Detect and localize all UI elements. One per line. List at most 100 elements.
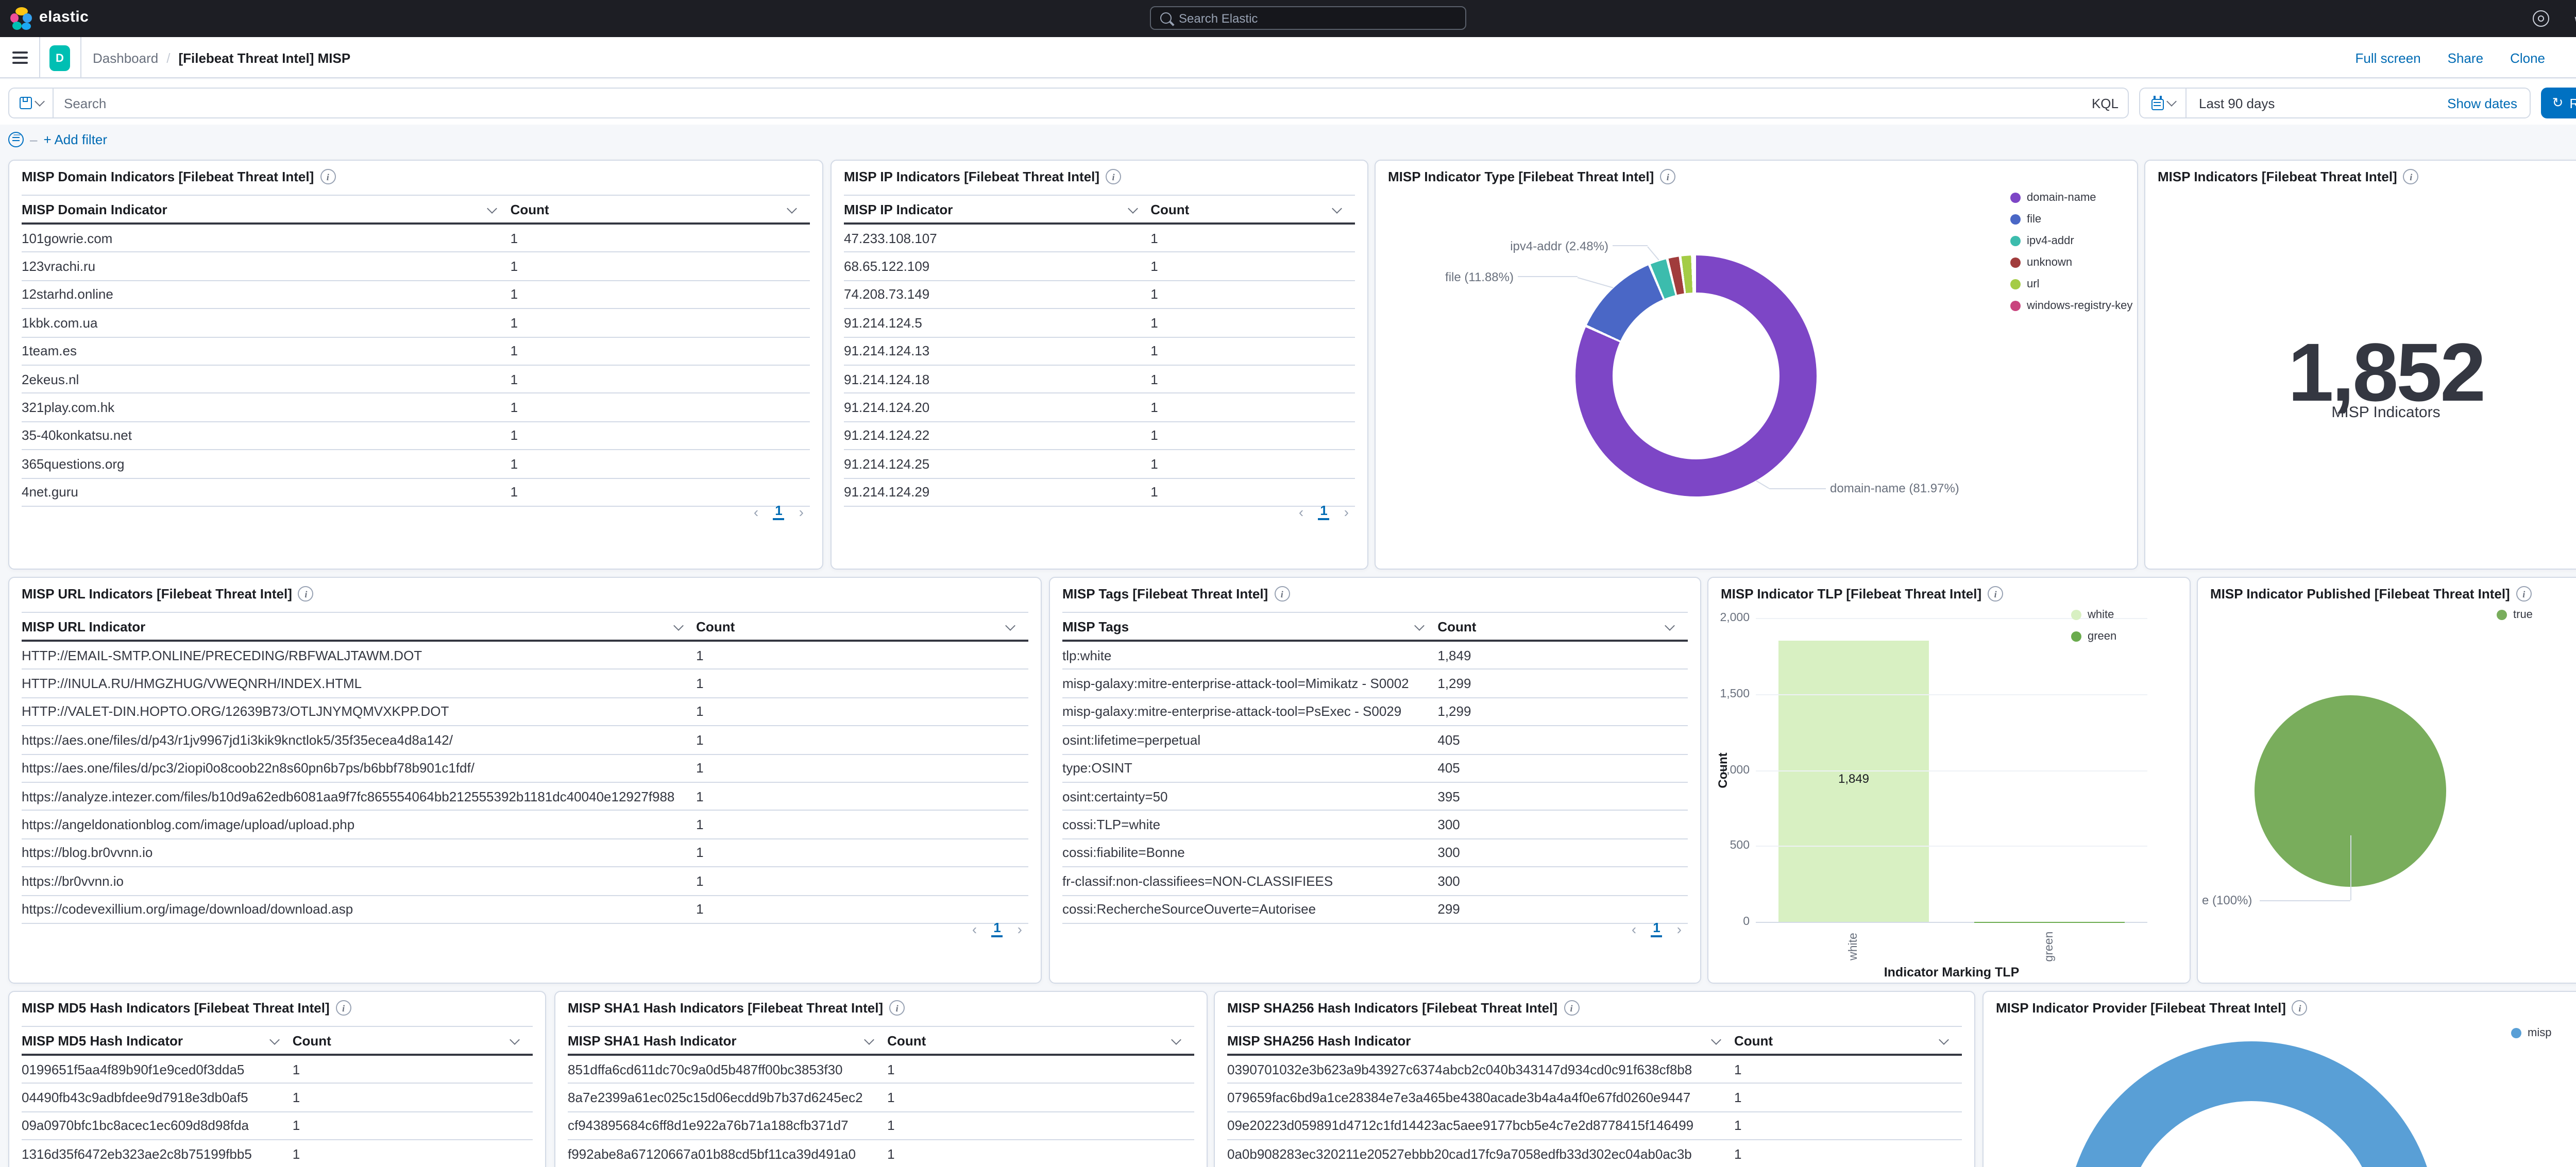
sort-icon (787, 203, 797, 213)
column-header-indicator[interactable]: MISP IP Indicator (844, 201, 1150, 217)
column-header-count[interactable]: Count (696, 619, 1028, 634)
prev-page-icon[interactable]: ‹ (1299, 503, 1303, 520)
top-navigation-bar: elastic Search Elastic e (0, 0, 2576, 37)
panel-misp-indicators-count: MISP Indicators [Filebeat Threat Intel]i… (2144, 160, 2576, 570)
help-icon[interactable] (2533, 10, 2549, 27)
column-header-indicator[interactable]: MISP URL Indicator (22, 619, 696, 634)
page-number[interactable]: 1 (773, 503, 784, 520)
date-quick-select-button[interactable] (2140, 89, 2187, 117)
column-header-indicator[interactable]: MISP SHA256 Hash Indicator (1227, 1033, 1734, 1048)
indicator-value: 8a7e2399a61ec025c15d06ecdd9b7b37d6245ec2 (568, 1090, 887, 1105)
legend-item[interactable]: windows-registry-key (2010, 300, 2132, 312)
share-button[interactable]: Share (2448, 50, 2483, 65)
newsfeed-icon[interactable] (2572, 10, 2576, 27)
filter-icon[interactable] (8, 131, 24, 147)
page-number[interactable]: 1 (991, 920, 1003, 937)
saved-query-button[interactable] (9, 89, 54, 117)
legend-label: true (2513, 609, 2533, 621)
column-header-count[interactable]: Count (293, 1033, 533, 1048)
column-header-count[interactable]: Count (1734, 1033, 1962, 1048)
indicator-value: 04490fb43c9adbfdee9d7918e3db0af5 (22, 1090, 293, 1105)
panel-misp-sha256-indicators: MISP SHA256 Hash Indicators [Filebeat Th… (1214, 991, 1975, 1167)
column-header-count[interactable]: Count (887, 1033, 1194, 1048)
column-header-indicator[interactable]: MISP SHA1 Hash Indicator (568, 1033, 887, 1048)
dashboard-badge[interactable]: D (49, 45, 70, 71)
prev-page-icon[interactable]: ‹ (972, 920, 977, 937)
prev-page-icon[interactable]: ‹ (1632, 920, 1636, 937)
callout-domain-name: domain-name (81.97%) (1830, 481, 1959, 495)
indicator-type-legend: domain-name file ipv4-addr unknown url window… (2010, 192, 2132, 312)
table-row: 04490fb43c9adbfdee9d7918e3db0af51 (22, 1084, 533, 1112)
page-number[interactable]: 1 (1651, 920, 1662, 937)
prev-page-icon[interactable]: ‹ (754, 503, 758, 520)
count-value: 299 (1437, 901, 1688, 917)
info-icon: i (889, 1000, 905, 1016)
table-body: 851dffa6cd611dc70c9a0d5b487ff00bc3853f30… (568, 1056, 1194, 1167)
y-tick-label: 2,000 (1708, 612, 1750, 624)
legend-item[interactable]: white (2071, 609, 2116, 621)
next-page-icon[interactable]: › (1677, 920, 1682, 937)
info-icon: i (336, 1000, 351, 1016)
table-row: cossi:TLP=white300 (1062, 811, 1688, 839)
legend-label: url (2027, 278, 2039, 290)
provider-donut-chart[interactable] (2066, 1041, 2437, 1167)
table-row: 0a0b908283ec320211e20527ebbb20cad17fc9a7… (1227, 1140, 1962, 1167)
bar-green[interactable] (1974, 921, 2125, 922)
legend-dot (2010, 279, 2021, 289)
panel-title: MISP IP Indicators [Filebeat Threat Inte… (844, 169, 1099, 184)
add-filter-button[interactable]: + Add filter (43, 131, 107, 147)
legend-item[interactable]: unknown (2010, 256, 2132, 269)
full-screen-button[interactable]: Full screen (2355, 50, 2421, 65)
indicator-type-donut-chart[interactable] (1575, 255, 1817, 496)
table-row: 365questions.org1 (22, 450, 810, 478)
indicator-value: 101gowrie.com (22, 230, 511, 246)
legend-item[interactable]: ipv4-addr (2010, 235, 2132, 247)
table-row: 321play.com.hk1 (22, 394, 810, 422)
x-tick-label: white (1848, 924, 1860, 969)
column-header-count[interactable]: Count (511, 201, 810, 217)
table-row: misp-galaxy:mitre-enterprise-attack-tool… (1062, 670, 1688, 698)
table-row: f992abe8a67120667a01b88cd5bf11ca39d491a0… (568, 1140, 1194, 1167)
count-value: 300 (1437, 845, 1688, 861)
global-search-input[interactable]: Search Elastic (1150, 6, 1466, 30)
dashboard-actions: Full screen Share Clone (2355, 37, 2546, 78)
sort-icon (1332, 203, 1342, 213)
legend-item[interactable]: green (2071, 630, 2116, 643)
clone-button[interactable]: Clone (2510, 50, 2545, 65)
column-header-count[interactable]: Count (1150, 201, 1355, 217)
time-range-value[interactable]: Last 90 days (2187, 95, 2275, 111)
table-row: cf943895684c6ff8d1e922a76b71a188cfb371d7… (568, 1112, 1194, 1141)
panel-title: MISP Indicator Type [Filebeat Threat Int… (1388, 169, 1654, 184)
count-value: 1 (1150, 315, 1355, 331)
legend-label: domain-name (2027, 192, 2096, 204)
count-value: 1,849 (1437, 647, 1688, 663)
sort-icon (269, 1034, 280, 1044)
next-page-icon[interactable]: › (1344, 503, 1349, 520)
refresh-button[interactable]: ↻ Refresh (2541, 88, 2576, 118)
show-dates-button[interactable]: Show dates (2447, 95, 2530, 111)
info-icon: i (1274, 586, 1290, 602)
column-header-tags[interactable]: MISP Tags (1062, 619, 1437, 634)
legend-item[interactable]: domain-name (2010, 192, 2132, 204)
search-query-input[interactable]: Search (54, 89, 2082, 117)
legend-label: ipv4-addr (2027, 235, 2074, 247)
indicator-value: osint:lifetime=perpetual (1062, 732, 1437, 748)
breadcrumb-dashboard-link[interactable]: Dashboard (93, 50, 158, 65)
table-row: https://aes.one/files/d/p43/r1jv9967jd1i… (22, 726, 1028, 754)
legend-item[interactable]: url (2010, 278, 2132, 290)
page-number[interactable]: 1 (1318, 503, 1329, 520)
indicator-value: 47.233.108.107 (844, 230, 1150, 246)
indicator-value: https://aes.one/files/d/pc3/2iopi0o8coob… (22, 761, 696, 776)
info-icon: i (298, 586, 314, 602)
legend-item[interactable]: file (2010, 213, 2132, 226)
next-page-icon[interactable]: › (1018, 920, 1022, 937)
tlp-bar-chart[interactable]: 1,849 (1756, 618, 2147, 923)
kql-toggle-button[interactable]: KQL (2082, 89, 2128, 117)
next-page-icon[interactable]: › (799, 503, 804, 520)
column-header-count[interactable]: Count (1437, 619, 1688, 634)
column-header-indicator[interactable]: MISP MD5 Hash Indicator (22, 1033, 293, 1048)
legend-item[interactable]: misp (2511, 1027, 2551, 1039)
menu-icon[interactable] (12, 52, 28, 64)
legend-item[interactable]: true (2497, 609, 2533, 621)
column-header-indicator[interactable]: MISP Domain Indicator (22, 201, 511, 217)
